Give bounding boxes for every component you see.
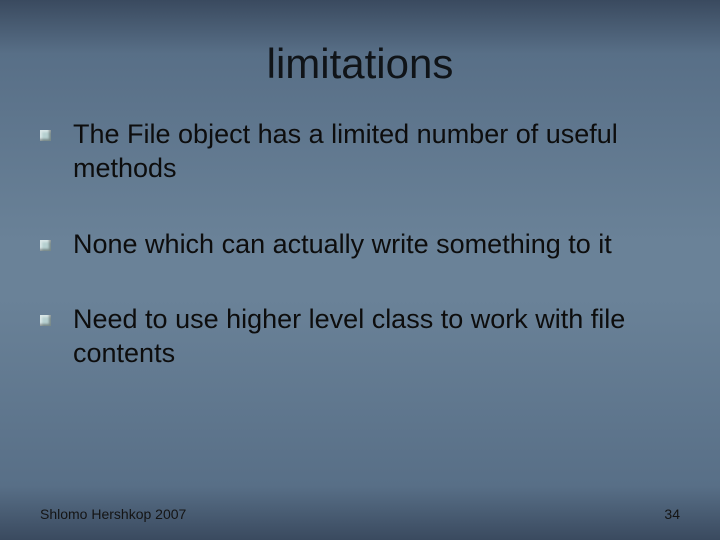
slide-body: The File object has a limited number of …	[0, 88, 720, 371]
bullet-text: Need to use higher level class to work w…	[73, 303, 680, 371]
bullet-item: The File object has a limited number of …	[40, 118, 680, 186]
slide: limitations The File object has a limite…	[0, 0, 720, 540]
bullet-item: Need to use higher level class to work w…	[40, 303, 680, 371]
bullet-item: None which can actually write something …	[40, 228, 680, 262]
slide-title: limitations	[0, 0, 720, 88]
slide-number: 34	[664, 506, 680, 522]
footer-author: Shlomo Hershkop 2007	[40, 506, 186, 522]
square-bullet-icon	[40, 130, 51, 141]
bullet-text: The File object has a limited number of …	[73, 118, 680, 186]
square-bullet-icon	[40, 315, 51, 326]
bullet-text: None which can actually write something …	[73, 228, 612, 262]
slide-footer: Shlomo Hershkop 2007 34	[0, 506, 720, 522]
square-bullet-icon	[40, 240, 51, 251]
